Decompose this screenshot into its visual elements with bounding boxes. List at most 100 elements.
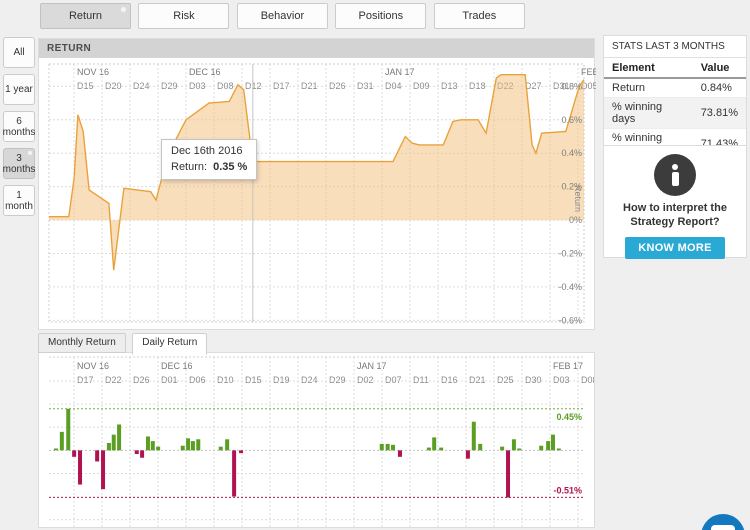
return-panel: RETURN NOV 16D15D20D24D29DEC 16D03D08D12… [38, 38, 595, 330]
cumulative-return-chart[interactable]: NOV 16D15D20D24D29DEC 16D03D08D12D17D21D… [39, 58, 596, 330]
positive-return-bar [557, 449, 561, 451]
return-area-fill [49, 75, 584, 271]
positive-return-bar [66, 409, 70, 451]
limit-line-label: -0.51% [553, 485, 582, 495]
period-all-button[interactable]: All [3, 37, 35, 68]
tab-trades-label: Trades [462, 10, 496, 22]
period-6-months-button[interactable]: 6 months [3, 111, 35, 142]
positive-return-bar [472, 422, 476, 451]
month-label: FEB 17 [553, 361, 583, 371]
tab-monthly-return[interactable]: Monthly Return [38, 333, 126, 353]
stats-col-element: Element [604, 58, 693, 78]
tab-return[interactable]: Return [40, 3, 131, 29]
bottom-chart-tabs: Monthly Return Daily Return [38, 333, 209, 353]
day-tick-label: D29 [329, 375, 346, 385]
report-tabs: Return Risk Behavior Positions Trades [40, 3, 528, 29]
y-tick-label: -0.2% [558, 248, 582, 258]
day-tick-label: D02 [357, 375, 374, 385]
negative-return-bar [506, 450, 510, 497]
period-3-months-button[interactable]: 3 months [3, 148, 35, 179]
positive-return-bar [107, 443, 111, 450]
positive-return-bar [386, 444, 390, 450]
tab-trades[interactable]: Trades [434, 3, 525, 29]
negative-return-bar [398, 450, 402, 456]
day-tick-label: D24 [301, 375, 318, 385]
period-all-label: All [13, 47, 24, 58]
period-1-year-label: 1 year [5, 84, 33, 95]
limit-line-label: 0.45% [556, 412, 582, 422]
positive-return-bar [60, 432, 64, 450]
period-6-months-label: 6 months [3, 116, 36, 138]
tab-risk-label: Risk [173, 10, 194, 22]
positive-return-bar [380, 444, 384, 450]
positive-return-bar [391, 445, 395, 451]
positive-return-bar [156, 447, 160, 451]
tooltip-value: 0.35 % [213, 161, 247, 173]
strategy-report-page: Return Risk Behavior Positions Trades Al… [0, 0, 750, 530]
stat-return-value: 0.84% [693, 78, 746, 98]
return-panel-header: RETURN [39, 39, 594, 58]
know-more-button[interactable]: KNOW MORE [625, 237, 725, 259]
positive-return-bar [551, 435, 555, 451]
positive-return-bar [146, 436, 150, 450]
daily-return-chart[interactable]: NOV 16D17D22D26DEC 16D01D06D10D15D19D24D… [39, 353, 594, 528]
negative-return-bar [72, 450, 76, 456]
tooltip-date: Dec 16th 2016 [171, 145, 247, 157]
y-tick-label: 0.4% [561, 148, 582, 158]
positive-return-bar [439, 448, 443, 451]
period-sidebar: All 1 year 6 months 3 months 1 month [3, 37, 35, 222]
day-tick-label: D06 [189, 375, 206, 385]
period-1-year-button[interactable]: 1 year [3, 74, 35, 105]
period-1-month-button[interactable]: 1 month [3, 185, 35, 216]
positive-return-bar [186, 438, 190, 450]
chat-bubble-shape [711, 525, 735, 530]
negative-return-bar [140, 450, 144, 457]
month-label: FEB 17 [581, 67, 596, 77]
tab-behavior[interactable]: Behavior [237, 3, 328, 29]
tab-positions[interactable]: Positions [335, 3, 426, 29]
y-tick-label: -0.4% [558, 282, 582, 292]
day-tick-label: D26 [133, 375, 150, 385]
stats-panel-title: STATS LAST 3 MONTHS [604, 36, 746, 58]
y-tick-label: 0% [569, 215, 582, 225]
chat-widget-icon[interactable] [701, 514, 745, 530]
day-tick-label: D25 [497, 375, 514, 385]
positive-return-bar [225, 439, 229, 450]
tab-positions-label: Positions [359, 10, 404, 22]
positive-return-bar [117, 424, 121, 450]
stats-col-value: Value [693, 58, 746, 78]
daily-return-panel: NOV 16D17D22D26DEC 16D01D06D10D15D19D24D… [38, 352, 595, 528]
positive-return-bar [112, 435, 116, 451]
table-row: Return 0.84% [604, 78, 746, 98]
y-axis-title: Return [573, 185, 583, 212]
positive-return-bar [500, 447, 504, 451]
month-label: NOV 16 [77, 67, 109, 77]
positive-return-bar [512, 439, 516, 450]
positive-return-bar [181, 446, 185, 451]
day-tick-label: D22 [105, 375, 122, 385]
month-label: DEC 16 [161, 361, 193, 371]
y-tick-label: 0.8% [561, 81, 582, 91]
active-period-dot [28, 151, 32, 155]
stats-header-row: Element Value [604, 58, 746, 78]
positive-return-bar [546, 441, 550, 450]
day-tick-label: D01 [161, 375, 178, 385]
info-panel: How to interpret the Strategy Report? KN… [603, 145, 747, 258]
positive-return-bar [151, 441, 155, 450]
month-label: NOV 16 [77, 361, 109, 371]
stat-winning-days-value: 73.81% [693, 98, 746, 129]
chart-tooltip: Dec 16th 2016 Return:0.35 % [161, 139, 257, 180]
tab-behavior-label: Behavior [261, 10, 304, 22]
day-tick-label: D03 [553, 375, 570, 385]
tab-daily-return[interactable]: Daily Return [132, 333, 207, 355]
tab-risk[interactable]: Risk [138, 3, 229, 29]
y-tick-label: 0.6% [561, 115, 582, 125]
positive-return-bar [517, 449, 521, 451]
negative-return-bar [466, 450, 470, 458]
stat-return-label: Return [604, 78, 693, 98]
day-tick-label: D07 [385, 375, 402, 385]
positive-return-bar [196, 439, 200, 450]
negative-return-bar [95, 450, 99, 461]
stat-winning-days-label: % winning days [604, 98, 693, 129]
month-label: DEC 16 [189, 67, 221, 77]
